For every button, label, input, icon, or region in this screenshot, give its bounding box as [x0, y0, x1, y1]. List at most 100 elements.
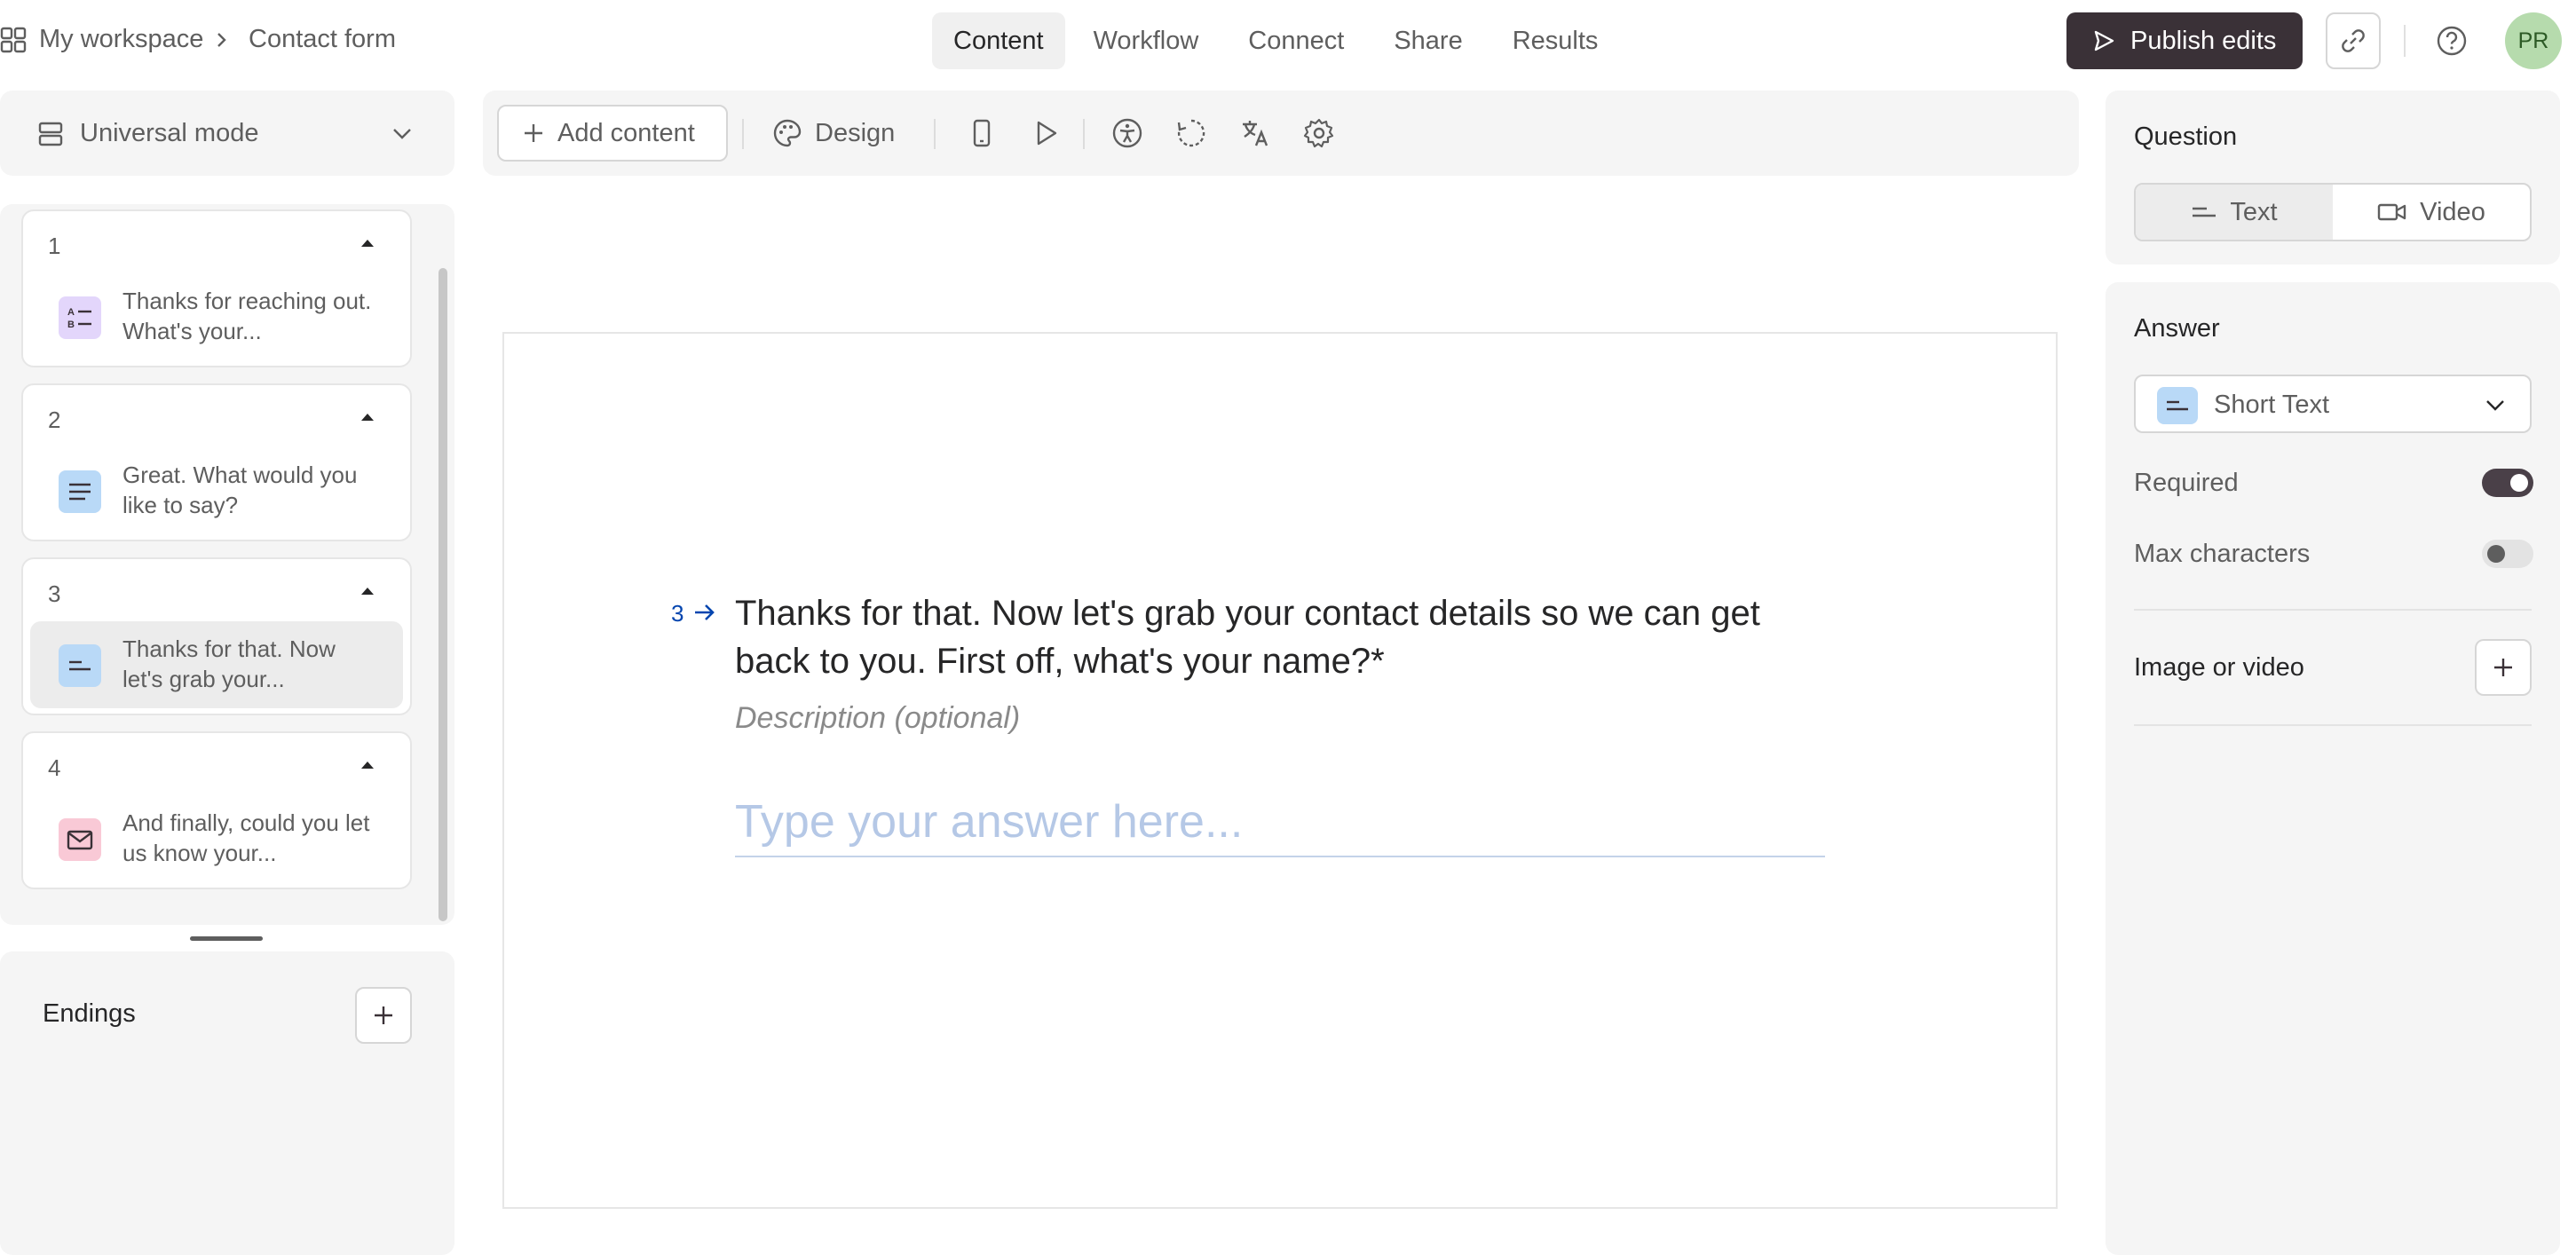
mobile-preview-icon[interactable]: [966, 117, 998, 149]
question-card-2: 2 Great. What would you like to say?: [21, 383, 412, 541]
multiple-choice-icon: A B: [59, 296, 101, 339]
panel-resize-handle[interactable]: [190, 936, 263, 941]
add-content-label: Add content: [557, 118, 695, 147]
arrow-right-icon: [695, 604, 715, 620]
breadcrumb-form[interactable]: Contact form: [249, 25, 396, 54]
question-number: 3: [671, 600, 684, 627]
video-camera-icon: [2377, 203, 2406, 221]
palette-icon: [773, 119, 802, 147]
question-item-text: And finally, could you let us know your.…: [122, 809, 370, 866]
apps-grid-icon[interactable]: [0, 27, 27, 53]
question-description[interactable]: Description (optional): [735, 701, 1020, 736]
main-tabs: Content Workflow Connect Share Results: [932, 12, 1626, 69]
editor-toolbar: Add content Design: [483, 91, 2079, 176]
accessibility-icon[interactable]: [1111, 117, 1143, 149]
endings-section: Endings: [0, 951, 454, 1255]
svg-text:B: B: [67, 320, 75, 330]
question-item-text: Great. What would you like to say?: [122, 462, 358, 518]
email-icon: [59, 818, 101, 861]
divider: [2134, 724, 2532, 726]
add-media-button[interactable]: [2475, 639, 2532, 696]
add-ending-button[interactable]: [355, 987, 412, 1044]
plus-icon: [525, 124, 542, 142]
toolbar-divider: [1083, 119, 1085, 149]
plus-icon: [2494, 659, 2512, 676]
short-text-icon: [2193, 207, 2216, 217]
layers-icon: [38, 122, 63, 146]
tab-content[interactable]: Content: [932, 12, 1065, 69]
tab-share[interactable]: Share: [1372, 12, 1483, 69]
mode-label: Universal mode: [80, 119, 259, 147]
short-text-icon: [59, 644, 101, 687]
help-icon[interactable]: [2434, 23, 2469, 59]
question-type-text-label: Text: [2230, 197, 2278, 226]
add-content-button[interactable]: Add content: [497, 105, 728, 162]
answer-input[interactable]: [735, 788, 1825, 857]
long-text-icon: [59, 470, 101, 513]
image-or-video-label: Image or video: [2134, 653, 2304, 682]
avatar[interactable]: PR: [2505, 12, 2562, 69]
plus-icon: [375, 1006, 392, 1024]
question-title[interactable]: Thanks for that. Now let's grab your con…: [735, 589, 1800, 685]
question-settings: Question Text Video: [2106, 91, 2560, 264]
answer-settings: Answer Short Text Required Max character…: [2106, 282, 2560, 1255]
toolbar-divider: [742, 119, 744, 149]
collapse-caret-icon[interactable]: [359, 584, 376, 596]
toggle-knob: [2510, 474, 2528, 492]
question-type-video-label: Video: [2420, 197, 2485, 226]
question-number: 3: [48, 580, 61, 607]
translate-icon[interactable]: [1239, 117, 1271, 149]
max-characters-label: Max characters: [2134, 540, 2311, 568]
copy-link-button[interactable]: [2326, 12, 2381, 69]
answer-type-select[interactable]: Short Text: [2134, 375, 2532, 433]
mode-selector[interactable]: Universal mode: [0, 91, 454, 176]
svg-text:A: A: [67, 307, 75, 318]
tab-connect[interactable]: Connect: [1227, 12, 1365, 69]
max-characters-toggle[interactable]: [2482, 540, 2533, 568]
required-toggle[interactable]: [2482, 469, 2533, 497]
question-heading: Question: [2134, 122, 2238, 151]
design-label: Design: [815, 118, 896, 147]
toolbar-divider: [934, 119, 936, 149]
tab-workflow[interactable]: Workflow: [1072, 12, 1221, 69]
top-bar: My workspace Contact form Content Workfl…: [0, 0, 2576, 82]
question-type-text[interactable]: Text: [2136, 185, 2333, 240]
divider: [2134, 609, 2532, 611]
question-card-3: 3 Thanks for that. Now let's grab your..…: [21, 557, 412, 715]
question-list-scrollbar[interactable]: [439, 268, 447, 921]
publish-button[interactable]: Publish edits: [2066, 12, 2303, 69]
answer-heading: Answer: [2134, 314, 2220, 343]
toggle-knob: [2487, 545, 2505, 563]
play-preview-icon[interactable]: [1030, 117, 1062, 149]
question-card-4: 4 And finally, could you let us know you…: [21, 731, 412, 889]
collapse-caret-icon[interactable]: [359, 758, 376, 770]
collapse-caret-icon[interactable]: [359, 236, 376, 249]
settings-gear-icon[interactable]: [1303, 117, 1335, 149]
question-card-1: 1 A B Thanks for reaching out. What's yo…: [21, 209, 412, 367]
form-canvas: [502, 332, 2058, 1209]
collapse-caret-icon[interactable]: [359, 410, 376, 422]
question-type-video[interactable]: Video: [2333, 185, 2530, 240]
question-item-3[interactable]: Thanks for that. Now let's grab your...: [30, 621, 403, 708]
tab-results[interactable]: Results: [1491, 12, 1620, 69]
chevron-down-icon: [2486, 400, 2504, 411]
publish-label: Publish edits: [2130, 26, 2277, 55]
endings-label: Endings: [43, 999, 136, 1028]
breadcrumb-workspace[interactable]: My workspace: [39, 25, 203, 54]
question-type-toggle: Text Video: [2134, 183, 2532, 241]
question-item-text: Thanks for that. Now let's grab your...: [122, 635, 336, 692]
link-icon: [2342, 29, 2365, 52]
answer-type-label: Short Text: [2214, 391, 2330, 419]
question-item-text: Thanks for reaching out. What's your...: [122, 288, 372, 344]
required-label: Required: [2134, 469, 2239, 497]
design-button[interactable]: Design: [772, 105, 895, 162]
question-number: 2: [48, 406, 61, 433]
short-text-icon: [2157, 387, 2198, 424]
question-item-1[interactable]: A B Thanks for reaching out. What's your…: [30, 273, 403, 360]
send-icon: [2094, 30, 2114, 51]
logic-icon[interactable]: [1175, 117, 1207, 149]
question-item-2[interactable]: Great. What would you like to say?: [30, 447, 403, 534]
question-item-4[interactable]: And finally, could you let us know your.…: [30, 795, 403, 882]
question-number: 1: [48, 233, 61, 259]
question-number: 4: [48, 754, 61, 781]
